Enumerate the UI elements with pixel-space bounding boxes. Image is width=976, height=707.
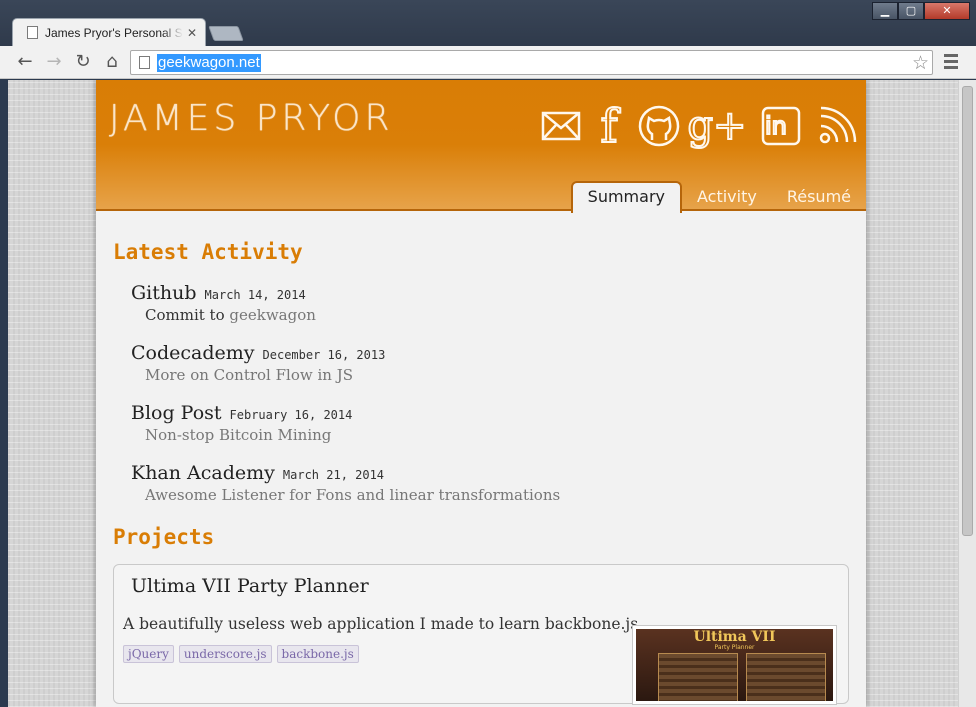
- thumbnail-panel: [746, 653, 826, 701]
- project-thumbnail[interactable]: Ultima VII Party Planner: [632, 625, 837, 705]
- project-description: A beautifully useless web application I …: [123, 615, 644, 633]
- bookmark-star-icon[interactable]: ☆: [912, 52, 929, 74]
- activity-link[interactable]: geekwagon: [229, 306, 316, 324]
- tab-resume[interactable]: Résumé: [772, 183, 866, 211]
- activity-detail: Non-stop Bitcoin Mining: [145, 426, 853, 444]
- tab-summary[interactable]: Summary: [570, 181, 682, 213]
- thumbnail-title: Ultima VII: [693, 629, 776, 645]
- forward-arrow-icon[interactable]: →: [43, 51, 65, 73]
- facebook-icon[interactable]: f: [586, 101, 632, 151]
- window-titlebar: James Pryor's Personal Site ✕ ▁ ▢ ✕: [0, 0, 976, 46]
- activity-link[interactable]: More on Control Flow in JS: [145, 366, 353, 384]
- tab-activity[interactable]: Activity: [682, 183, 772, 211]
- latest-activity-heading: Latest Activity: [113, 240, 303, 264]
- thumbnail-panel: [658, 653, 738, 701]
- activity-date: March 21, 2014: [282, 468, 385, 482]
- activity-source[interactable]: Blog Post: [131, 402, 222, 424]
- main-content: Latest Activity Github March 14, 2014 Co…: [113, 240, 853, 705]
- minimize-button[interactable]: ▁: [872, 2, 898, 20]
- activity-link[interactable]: Non-stop Bitcoin Mining: [145, 426, 331, 444]
- activity-date: March 14, 2014: [204, 288, 306, 302]
- window-controls: ▁ ▢ ✕: [872, 2, 970, 20]
- activity-date: December 16, 2013: [262, 348, 386, 362]
- activity-detail: Commit to geekwagon: [145, 306, 853, 324]
- home-icon[interactable]: ⌂: [101, 51, 123, 73]
- activity-detail-lead: Commit to: [145, 306, 225, 324]
- project-card: Ultima VII Party Planner A beautifully u…: [113, 564, 849, 705]
- page-viewport: JAMES PRYOR f g+ in Summary Activity Rés…: [8, 80, 958, 707]
- address-bar[interactable]: geekwagon.net ☆: [130, 50, 933, 75]
- activity-link[interactable]: Awesome Listener for Fons and linear tra…: [145, 486, 560, 504]
- scrollbar-thumb[interactable]: [962, 86, 973, 536]
- project-screenshot-image: Ultima VII Party Planner: [636, 629, 833, 701]
- back-arrow-icon[interactable]: ←: [14, 51, 36, 73]
- vertical-scrollbar[interactable]: [958, 80, 976, 707]
- projects-heading: Projects: [113, 525, 215, 549]
- activity-source[interactable]: Github: [131, 282, 197, 304]
- browser-toolbar: ← → ↻ ⌂ geekwagon.net ☆: [0, 46, 976, 79]
- reload-icon[interactable]: ↻: [72, 51, 94, 73]
- list-item: Codecademy December 16, 2013 More on Con…: [131, 342, 853, 402]
- project-name[interactable]: Ultima VII Party Planner: [131, 575, 369, 597]
- activity-list: Github March 14, 2014 Commit to geekwago…: [131, 282, 853, 522]
- thumbnail-subtitle: Party Planner: [714, 644, 755, 651]
- activity-detail: More on Control Flow in JS: [145, 366, 853, 384]
- maximize-button[interactable]: ▢: [898, 2, 924, 20]
- tab-title: James Pryor's Personal Site: [45, 25, 183, 40]
- site-nav-tabs: Summary Activity Résumé: [570, 181, 866, 213]
- github-icon[interactable]: [636, 102, 682, 150]
- browser-tab[interactable]: James Pryor's Personal Site ✕: [12, 18, 206, 46]
- list-item: Github March 14, 2014 Commit to geekwago…: [131, 282, 853, 342]
- site-page: JAMES PRYOR f g+ in Summary Activity Rés…: [96, 80, 866, 707]
- activity-source[interactable]: Khan Academy: [131, 462, 275, 484]
- browser-menu-icon[interactable]: [944, 54, 958, 72]
- project-tags: jQuery underscore.js backbone.js: [123, 645, 364, 663]
- list-item: Blog Post February 16, 2014 Non-stop Bit…: [131, 402, 853, 462]
- activity-source[interactable]: Codecademy: [131, 342, 255, 364]
- site-header: JAMES PRYOR f g+ in Summary Activity Rés…: [96, 80, 866, 213]
- new-tab-button[interactable]: [208, 26, 244, 41]
- activity-detail: Awesome Listener for Fons and linear tra…: [145, 486, 853, 504]
- tag-backbone[interactable]: backbone.js: [276, 645, 359, 663]
- list-item: Khan Academy March 21, 2014 Awesome List…: [131, 462, 853, 522]
- page-icon: [27, 26, 38, 39]
- tag-underscore[interactable]: underscore.js: [178, 645, 272, 663]
- rss-icon[interactable]: [814, 102, 860, 150]
- site-name[interactable]: JAMES PRYOR: [109, 98, 394, 139]
- page-icon: [139, 56, 150, 69]
- url-text[interactable]: geekwagon.net: [157, 54, 261, 72]
- linkedin-icon[interactable]: in: [758, 102, 804, 150]
- activity-date: February 16, 2014: [229, 408, 353, 422]
- tab-close-icon[interactable]: ✕: [187, 26, 197, 40]
- mail-icon[interactable]: [538, 102, 584, 150]
- tag-jquery[interactable]: jQuery: [123, 645, 174, 663]
- google-plus-icon[interactable]: g+: [686, 102, 747, 150]
- close-window-button[interactable]: ✕: [924, 2, 970, 20]
